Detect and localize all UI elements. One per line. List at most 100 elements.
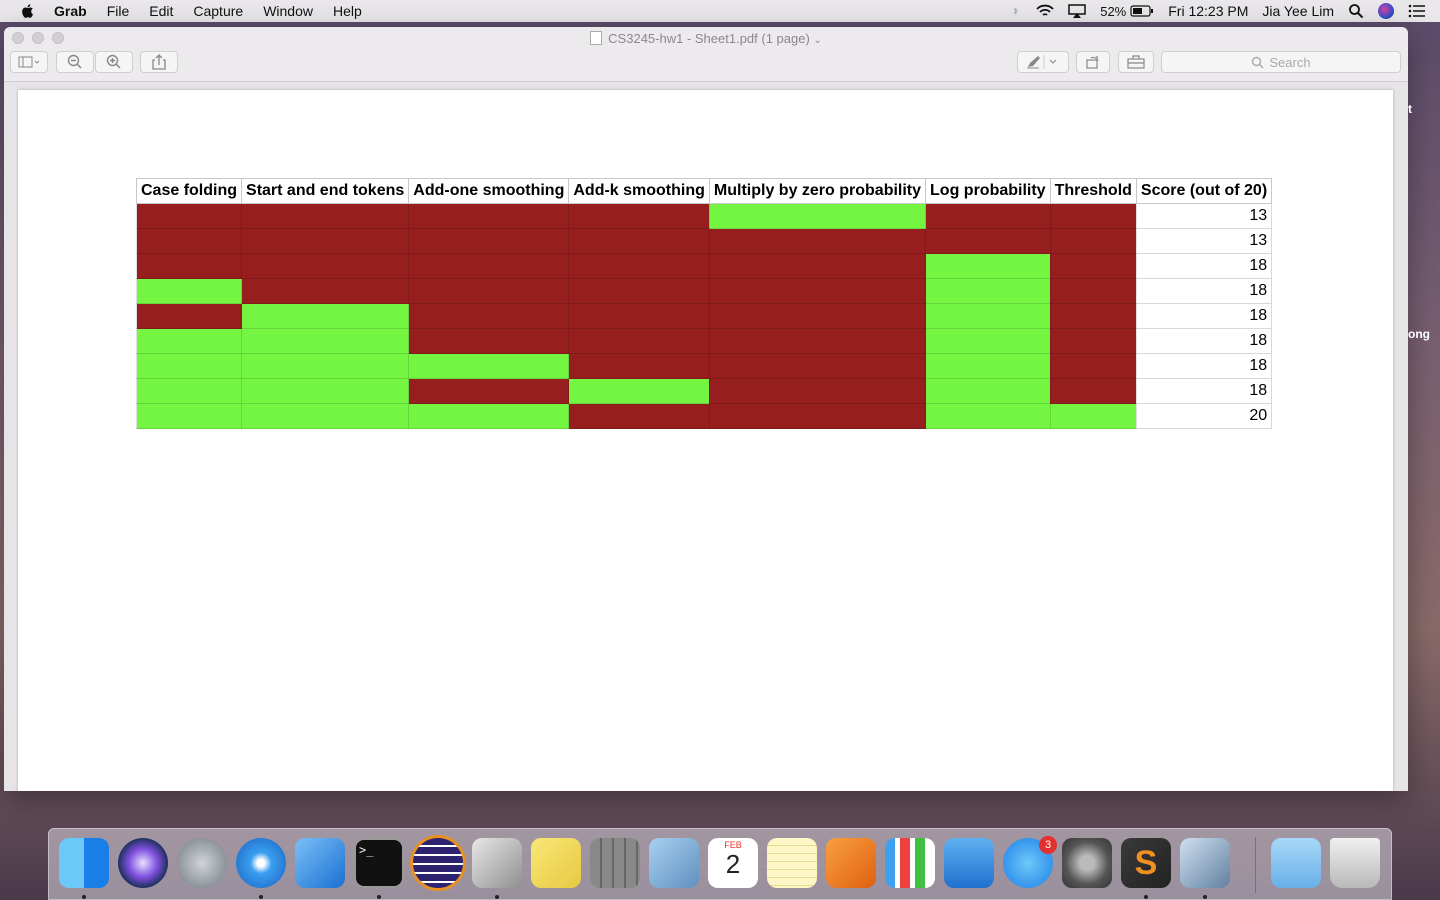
siri-icon[interactable] bbox=[118, 838, 168, 888]
share-icon bbox=[152, 54, 166, 70]
trash-icon[interactable] bbox=[1330, 838, 1380, 888]
finder-icon[interactable] bbox=[59, 838, 109, 888]
disabled-cell bbox=[241, 228, 410, 254]
airplay-icon[interactable] bbox=[1068, 4, 1086, 18]
enabled-cell bbox=[925, 353, 1051, 379]
menu-help[interactable]: Help bbox=[333, 3, 362, 19]
menu-capture[interactable]: Capture bbox=[193, 3, 243, 19]
zoom-out-button[interactable] bbox=[56, 51, 94, 73]
enabled-cell bbox=[241, 403, 410, 429]
search-input[interactable]: Search bbox=[1161, 51, 1401, 73]
zoom-out-icon bbox=[67, 54, 82, 69]
disabled-cell bbox=[135, 303, 243, 329]
column-header: Case folding bbox=[135, 178, 243, 204]
table-row: 18 bbox=[135, 303, 1273, 329]
user-name[interactable]: Jia Yee Lim bbox=[1262, 3, 1334, 19]
window-title-text: CS3245-hw1 - Sheet1.pdf (1 page) bbox=[608, 31, 810, 46]
running-indicator bbox=[259, 895, 263, 899]
disabled-cell bbox=[1049, 253, 1137, 279]
system-preferences-icon[interactable] bbox=[1062, 838, 1112, 888]
score-cell: 18 bbox=[1135, 278, 1273, 304]
stickies-icon[interactable] bbox=[531, 838, 581, 888]
disabled-cell bbox=[408, 228, 570, 254]
rotate-button[interactable] bbox=[1076, 51, 1110, 73]
enabled-cell bbox=[135, 403, 243, 429]
disabled-cell bbox=[408, 253, 570, 279]
enabled-cell bbox=[241, 378, 410, 404]
table-row: 20 bbox=[135, 403, 1273, 429]
pdf-page[interactable]: Case folding Start and end tokens Add-on… bbox=[18, 90, 1393, 791]
table-row: 18 bbox=[135, 253, 1273, 279]
menu-edit[interactable]: Edit bbox=[149, 3, 173, 19]
disabled-cell bbox=[241, 278, 410, 304]
disabled-cell bbox=[408, 278, 570, 304]
disabled-cell bbox=[708, 328, 927, 354]
share-button[interactable] bbox=[140, 51, 178, 73]
bluetooth-icon[interactable] bbox=[1012, 4, 1022, 18]
score-cell: 18 bbox=[1135, 253, 1273, 279]
menu-app-name[interactable]: Grab bbox=[54, 3, 87, 19]
score-cell: 18 bbox=[1135, 303, 1273, 329]
dock-separator bbox=[1255, 837, 1256, 893]
apple-icon[interactable] bbox=[20, 3, 36, 19]
column-header: Start and end tokens bbox=[241, 178, 410, 204]
enabled-cell bbox=[925, 328, 1051, 354]
disabled-cell bbox=[408, 303, 570, 329]
document-viewer[interactable]: Case folding Start and end tokens Add-on… bbox=[4, 81, 1408, 791]
launchpad-icon[interactable] bbox=[177, 838, 227, 888]
preview-icon[interactable] bbox=[1180, 838, 1230, 888]
numbers-icon[interactable] bbox=[885, 838, 935, 888]
disabled-cell bbox=[408, 328, 570, 354]
notes-icon[interactable] bbox=[767, 838, 817, 888]
xcode-icon[interactable] bbox=[295, 838, 345, 888]
markup-button[interactable] bbox=[1017, 51, 1069, 73]
sublime-text-icon[interactable]: S bbox=[1121, 838, 1171, 888]
sidebar-toggle-button[interactable] bbox=[10, 51, 48, 73]
documents-folder-icon[interactable] bbox=[1271, 838, 1321, 888]
running-indicator bbox=[495, 895, 499, 899]
mail-bird-icon[interactable] bbox=[649, 838, 699, 888]
enabled-cell bbox=[925, 403, 1051, 429]
pages-icon[interactable] bbox=[826, 838, 876, 888]
disabled-cell bbox=[568, 353, 710, 379]
column-header: Add-k smoothing bbox=[568, 178, 710, 204]
disabled-cell bbox=[568, 203, 710, 229]
eclipse-icon[interactable] bbox=[413, 838, 463, 888]
wifi-icon[interactable] bbox=[1036, 4, 1054, 18]
window-title[interactable]: CS3245-hw1 - Sheet1.pdf (1 page) ⌄ bbox=[4, 31, 1408, 46]
notification-badge: 3 bbox=[1039, 836, 1057, 854]
disabled-cell bbox=[568, 228, 710, 254]
disabled-cell bbox=[135, 228, 243, 254]
table-header-row: Case folding Start and end tokens Add-on… bbox=[135, 178, 1273, 204]
disabled-cell bbox=[241, 253, 410, 279]
running-indicator bbox=[1203, 895, 1207, 899]
table-row: 13 bbox=[135, 228, 1273, 254]
menu-file[interactable]: File bbox=[107, 3, 130, 19]
clock[interactable]: Fri 12:23 PM bbox=[1168, 3, 1248, 19]
score-cell: 13 bbox=[1135, 203, 1273, 229]
siri-icon[interactable] bbox=[1378, 3, 1394, 19]
disabled-cell bbox=[1049, 328, 1137, 354]
battery-icon[interactable] bbox=[1130, 4, 1154, 18]
toolbox-button[interactable] bbox=[1118, 51, 1154, 73]
keynote-icon[interactable] bbox=[944, 838, 994, 888]
notification-center-icon[interactable] bbox=[1408, 4, 1426, 18]
rotate-icon bbox=[1086, 55, 1099, 69]
zoom-in-button[interactable] bbox=[95, 51, 133, 73]
enabled-cell bbox=[241, 353, 410, 379]
column-header: Multiply by zero probability bbox=[708, 178, 927, 204]
disabled-cell bbox=[568, 278, 710, 304]
menu-window[interactable]: Window bbox=[263, 3, 313, 19]
safari-icon[interactable] bbox=[236, 838, 286, 888]
toolbox-icon bbox=[1127, 55, 1145, 69]
running-indicator bbox=[377, 895, 381, 899]
calendar-icon[interactable]: FEB 2 bbox=[708, 838, 758, 888]
battery-percent: 52% bbox=[1100, 3, 1127, 19]
grab-scissors-icon[interactable] bbox=[472, 838, 522, 888]
search-icon bbox=[1252, 56, 1264, 69]
calculator-icon[interactable] bbox=[590, 838, 640, 888]
app-store-icon[interactable]: 3 bbox=[1003, 836, 1057, 888]
spotlight-search-icon[interactable] bbox=[1348, 3, 1364, 19]
disabled-cell bbox=[1049, 353, 1137, 379]
terminal-icon[interactable]: >_ bbox=[354, 838, 404, 888]
